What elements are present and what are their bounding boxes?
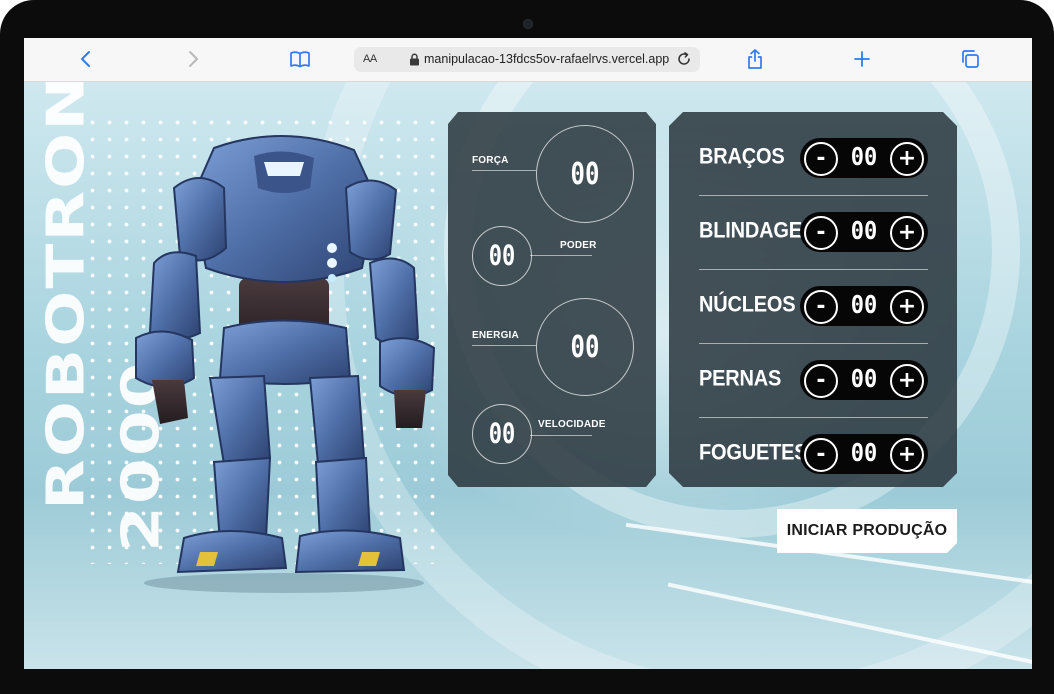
- bookmarks-icon[interactable]: [288, 47, 312, 71]
- part-label-foguetes: FOGUETES: [699, 440, 808, 466]
- quantity-stepper: - 00 +: [800, 434, 928, 474]
- hero-title-line1: ROBOTRON: [36, 82, 97, 510]
- start-production-button[interactable]: INICIAR PRODUÇÃO: [777, 509, 957, 553]
- part-value: 00: [850, 143, 878, 172]
- part-row-bracos: BRAÇOS - 00 +: [699, 122, 928, 196]
- reload-icon[interactable]: [676, 51, 692, 67]
- stat-value-poder: 00: [488, 240, 516, 272]
- increment-button[interactable]: +: [890, 142, 924, 176]
- new-tab-icon[interactable]: [850, 47, 874, 71]
- browser-toolbar: AA manipulacao-13fdcs5ov-rafaelrvs.verce…: [24, 38, 1032, 82]
- tabs-icon[interactable]: [958, 47, 982, 71]
- decrement-button[interactable]: -: [804, 364, 838, 398]
- part-row-blindagem: BLINDAGEM - 00 +: [699, 196, 928, 270]
- stat-value-velocidade: 00: [488, 418, 516, 450]
- stat-line: [530, 255, 592, 256]
- url-text: manipulacao-13fdcs5ov-rafaelrvs.vercel.a…: [424, 52, 670, 66]
- decrement-button[interactable]: -: [804, 142, 838, 176]
- stat-value-forca: 00: [570, 156, 600, 192]
- part-label-nucleos: NÚCLEOS: [699, 292, 796, 318]
- part-value: 00: [850, 439, 878, 468]
- quantity-stepper: - 00 +: [800, 360, 928, 400]
- part-row-nucleos: NÚCLEOS - 00 +: [699, 270, 928, 344]
- parts-panel: BRAÇOS - 00 + BLINDAGEM - 00 + NÚCLEOS -…: [669, 112, 957, 487]
- robot-image: [135, 135, 436, 593]
- decrement-button[interactable]: -: [804, 216, 838, 250]
- share-icon[interactable]: [743, 47, 767, 71]
- screen: AA manipulacao-13fdcs5ov-rafaelrvs.verce…: [24, 38, 1032, 669]
- increment-button[interactable]: +: [890, 216, 924, 250]
- quantity-stepper: - 00 +: [800, 138, 928, 178]
- quantity-stepper: - 00 +: [800, 286, 928, 326]
- stat-label-poder: PODER: [560, 240, 597, 251]
- quantity-stepper: - 00 +: [800, 212, 928, 252]
- increment-button[interactable]: +: [890, 364, 924, 398]
- decrement-button[interactable]: -: [804, 438, 838, 472]
- increment-button[interactable]: +: [890, 438, 924, 472]
- stat-label-forca: FORÇA: [472, 155, 509, 166]
- stats-panel: FORÇA 00 00 PODER ENERGIA 00 00 VELOCIDA…: [448, 112, 656, 487]
- lock-icon: [410, 53, 419, 66]
- increment-button[interactable]: +: [890, 290, 924, 324]
- part-row-pernas: PERNAS - 00 +: [699, 344, 928, 418]
- robotron-page: ROBOTRON 2000 FORÇA 00 00 PODER ENERGIA …: [24, 82, 1032, 669]
- stat-line: [530, 435, 592, 436]
- stat-label-velocidade: VELOCIDADE: [538, 419, 606, 430]
- stat-value-energia: 00: [570, 329, 600, 365]
- forward-icon[interactable]: [181, 47, 205, 71]
- part-label-pernas: PERNAS: [699, 366, 782, 392]
- address-bar[interactable]: AA manipulacao-13fdcs5ov-rafaelrvs.verce…: [354, 47, 700, 72]
- stat-line: [472, 170, 536, 171]
- camera: [523, 19, 533, 29]
- stat-energia: 00: [536, 298, 634, 396]
- back-icon[interactable]: [74, 47, 98, 71]
- reader-button[interactable]: AA: [363, 53, 377, 65]
- stat-line: [472, 345, 536, 346]
- decrement-button[interactable]: -: [804, 290, 838, 324]
- laptop-frame: AA manipulacao-13fdcs5ov-rafaelrvs.verce…: [0, 0, 1054, 694]
- part-label-bracos: BRAÇOS: [699, 144, 785, 170]
- part-value: 00: [850, 365, 878, 394]
- stat-label-energia: ENERGIA: [472, 330, 519, 341]
- part-row-foguetes: FOGUETES - 00 +: [699, 418, 928, 487]
- stat-velocidade: 00: [472, 404, 532, 464]
- stat-poder: 00: [472, 226, 532, 286]
- part-value: 00: [850, 217, 878, 246]
- stat-forca: 00: [536, 125, 634, 223]
- part-value: 00: [850, 291, 878, 320]
